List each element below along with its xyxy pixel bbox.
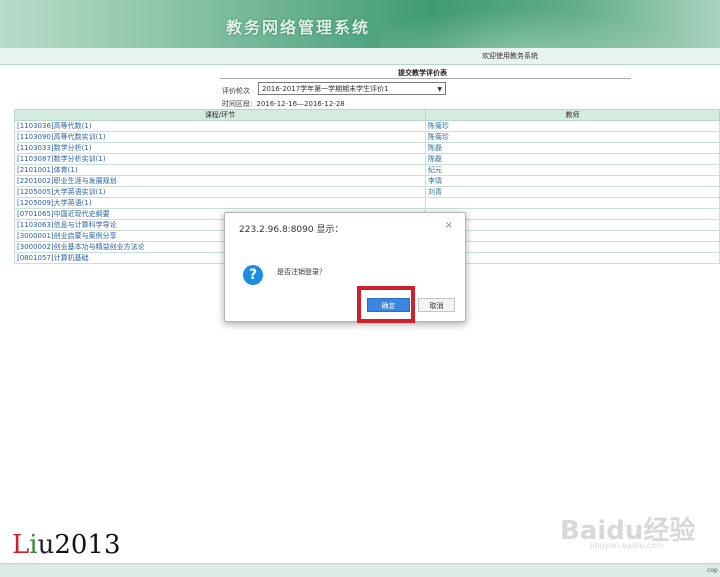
form-title: 提交教学评价表 (398, 69, 447, 77)
period-value: 2016-12-16—2016-12-28 (256, 100, 345, 108)
highlight-box (357, 286, 415, 323)
dialog-message: 是否注销登录？ (277, 268, 326, 276)
teacher-name: 李靖 (425, 175, 720, 187)
divider (220, 78, 631, 79)
footer-text: cop (707, 567, 718, 574)
question-icon: ? (243, 265, 263, 285)
app-title: 教务网络管理系统 (226, 18, 371, 37)
signature-year: 2013 (54, 530, 121, 560)
header-banner: 教务网络管理系统 (0, 0, 720, 48)
teacher-name (425, 241, 720, 253)
table-row: [2101001]体育(1) 纪元 (14, 164, 720, 176)
confirm-dialog: 223.2.96.8:8090 显示： × ? 是否注销登录？ 确定 取消 (224, 212, 466, 322)
table-row: [2201002]职业生涯与发展规划 李靖 (14, 175, 720, 187)
course-link[interactable]: [2101001]体育(1) (14, 164, 426, 176)
teacher-name: 陈磊 (425, 153, 720, 165)
welcome-text: 欢迎使用教务系统 (482, 52, 538, 60)
period-row: 时间区段: 2016-12-16—2016-12-28 (222, 99, 349, 109)
teacher-name: 陈磊 (425, 142, 720, 154)
teacher-name (425, 197, 720, 209)
cancel-button[interactable]: 取消 (418, 298, 455, 312)
chevron-down-icon: ▼ (437, 86, 442, 93)
table-row: [1205009]大学英语(1) (14, 197, 720, 209)
course-link[interactable]: [1103090]高等代数实训(1) (14, 131, 426, 143)
signature-letter-u: u (37, 530, 55, 560)
teacher-name (425, 252, 720, 264)
signature-logo: Liu2013 (12, 530, 121, 560)
teacher-name: 纪元 (425, 164, 720, 176)
column-header-course: 课程/环节 (14, 109, 426, 121)
dialog-title: 223.2.96.8:8090 显示： (239, 225, 344, 235)
course-link[interactable]: [1205009]大学英语(1) (14, 197, 426, 209)
round-select-value: 2016-2017学年第一学期期末学生评价1 (262, 85, 389, 93)
teacher-name (425, 230, 720, 242)
course-link[interactable]: [1103087]数学分析实训(1) (14, 153, 426, 165)
footer-bar: cop (0, 563, 720, 577)
table-row: [1205005]大学英语实训(1) 刘青 (14, 186, 720, 198)
course-link[interactable]: [1205005]大学英语实训(1) (14, 186, 426, 198)
column-header-teacher: 教师 (425, 109, 720, 121)
welcome-bar: 欢迎使用教务系统 (0, 48, 720, 65)
teacher-name: 陈菊珍 (425, 120, 720, 132)
teacher-name (425, 208, 720, 220)
period-label: 时间区段: (222, 100, 253, 108)
signature-letter-l: L (12, 530, 30, 560)
course-link[interactable]: [1103033]数学分析(1) (14, 142, 426, 154)
header-decoration (380, 0, 720, 48)
course-link[interactable]: [1103036]高等代数(1) (14, 120, 426, 132)
teacher-name (425, 219, 720, 231)
table-row: [1103033]数学分析(1) 陈磊 (14, 142, 720, 154)
close-icon[interactable]: × (445, 220, 453, 231)
table-row: [1103036]高等代数(1) 陈菊珍 (14, 120, 720, 132)
round-label: 评价轮次 (222, 87, 250, 95)
table-row: [1103090]高等代数实训(1) 陈菊珍 (14, 131, 720, 143)
course-link[interactable]: [2201002]职业生涯与发展规划 (14, 175, 426, 187)
table-row: [1103087]数学分析实训(1) 陈磊 (14, 153, 720, 165)
round-select[interactable]: 2016-2017学年第一学期期末学生评价1 ▼ (258, 82, 446, 95)
teacher-name: 刘青 (425, 186, 720, 198)
watermark-url: jingyan.baidu.com (590, 541, 664, 550)
signature-letter-i: i (29, 530, 38, 560)
teacher-name: 陈菊珍 (425, 131, 720, 143)
